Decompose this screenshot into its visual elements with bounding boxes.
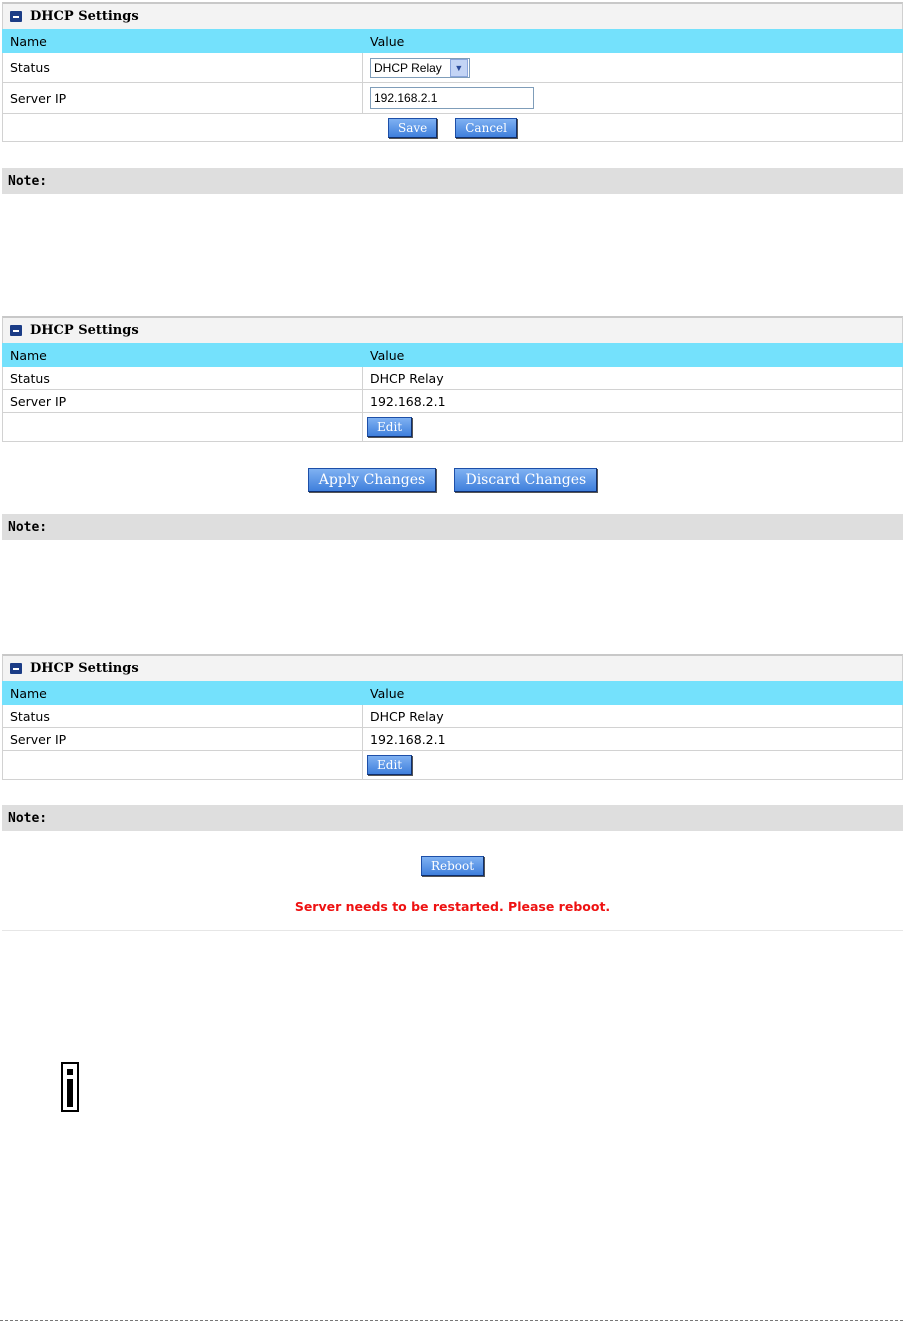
column-header-value: Value — [362, 29, 903, 53]
settings-table: Name Value Status DHCP Relay ▼ Server IP… — [2, 29, 903, 142]
note-bar: Note: — [2, 168, 903, 194]
status-select[interactable]: DHCP Relay ▼ — [370, 57, 470, 78]
info-icon — [61, 1062, 79, 1112]
status-cell: DHCP Relay ▼ — [362, 52, 903, 83]
edit-button[interactable]: Edit — [367, 417, 413, 437]
status-label: Status — [2, 52, 363, 83]
dhcp-settings-panel-reboot: DHCP Settings Name Value Status DHCP Rel… — [2, 654, 903, 780]
server-ip-input[interactable] — [370, 87, 534, 109]
note-bar: Note: — [2, 514, 903, 540]
empty-cell — [2, 750, 363, 780]
column-header-value: Value — [362, 681, 903, 705]
action-cell: Save Cancel — [2, 113, 903, 142]
save-button[interactable]: Save — [388, 117, 438, 138]
panel-header: DHCP Settings — [2, 2, 903, 29]
table-row: Status DHCP Relay ▼ — [2, 52, 903, 83]
table-header-row: Name Value — [2, 29, 903, 53]
column-header-name: Name — [2, 681, 363, 705]
discard-changes-button[interactable]: Discard Changes — [454, 468, 598, 492]
panel-title: DHCP Settings — [30, 661, 139, 676]
column-header-value: Value — [362, 343, 903, 367]
divider — [2, 930, 903, 931]
settings-table: Name Value Status DHCP Relay Server IP 1… — [2, 681, 903, 780]
note-bar: Note: — [2, 805, 903, 831]
cancel-button[interactable]: Cancel — [455, 117, 517, 138]
table-header-row: Name Value — [2, 681, 903, 705]
table-row: Edit — [2, 412, 903, 442]
server-ip-label: Server IP — [2, 727, 363, 751]
server-ip-label: Server IP — [2, 82, 363, 114]
collapse-icon[interactable] — [10, 11, 22, 22]
table-row: Status DHCP Relay — [2, 704, 903, 728]
settings-table: Name Value Status DHCP Relay Server IP 1… — [2, 343, 903, 442]
server-ip-value: 192.168.2.1 — [362, 727, 903, 751]
chevron-down-icon[interactable]: ▼ — [449, 58, 468, 77]
collapse-icon[interactable] — [10, 663, 22, 674]
panel-title: DHCP Settings — [30, 323, 139, 338]
panel-header: DHCP Settings — [2, 316, 903, 343]
status-value: DHCP Relay — [362, 366, 903, 390]
apply-changes-button[interactable]: Apply Changes — [307, 468, 437, 492]
status-select-value: DHCP Relay — [374, 60, 442, 75]
empty-cell — [2, 412, 363, 442]
status-label: Status — [2, 366, 363, 390]
table-row: Save Cancel — [2, 113, 903, 142]
edit-cell: Edit — [362, 412, 903, 442]
column-header-name: Name — [2, 343, 363, 367]
table-row: Server IP 192.168.2.1 — [2, 389, 903, 413]
table-row: Server IP — [2, 82, 903, 114]
table-row: Edit — [2, 750, 903, 780]
reboot-warning: Server needs to be restarted. Please reb… — [294, 899, 611, 914]
column-header-name: Name — [2, 29, 363, 53]
status-label: Status — [2, 704, 363, 728]
panel-header: DHCP Settings — [2, 654, 903, 681]
table-row: Status DHCP Relay — [2, 366, 903, 390]
status-value: DHCP Relay — [362, 704, 903, 728]
dhcp-settings-panel-edit: DHCP Settings Name Value Status DHCP Rel… — [2, 2, 903, 142]
edit-cell: Edit — [362, 750, 903, 780]
page-divider — [0, 1320, 903, 1321]
apply-actions: Apply Changes Discard Changes — [2, 468, 903, 492]
edit-button[interactable]: Edit — [367, 755, 413, 775]
panel-title: DHCP Settings — [30, 9, 139, 24]
server-ip-value: 192.168.2.1 — [362, 389, 903, 413]
collapse-icon[interactable] — [10, 325, 22, 336]
table-row: Server IP 192.168.2.1 — [2, 727, 903, 751]
server-ip-label: Server IP — [2, 389, 363, 413]
server-ip-cell — [362, 82, 903, 114]
reboot-actions: Reboot — [2, 856, 903, 876]
table-header-row: Name Value — [2, 343, 903, 367]
reboot-button[interactable]: Reboot — [420, 856, 485, 876]
dhcp-settings-panel-pending: DHCP Settings Name Value Status DHCP Rel… — [2, 316, 903, 442]
